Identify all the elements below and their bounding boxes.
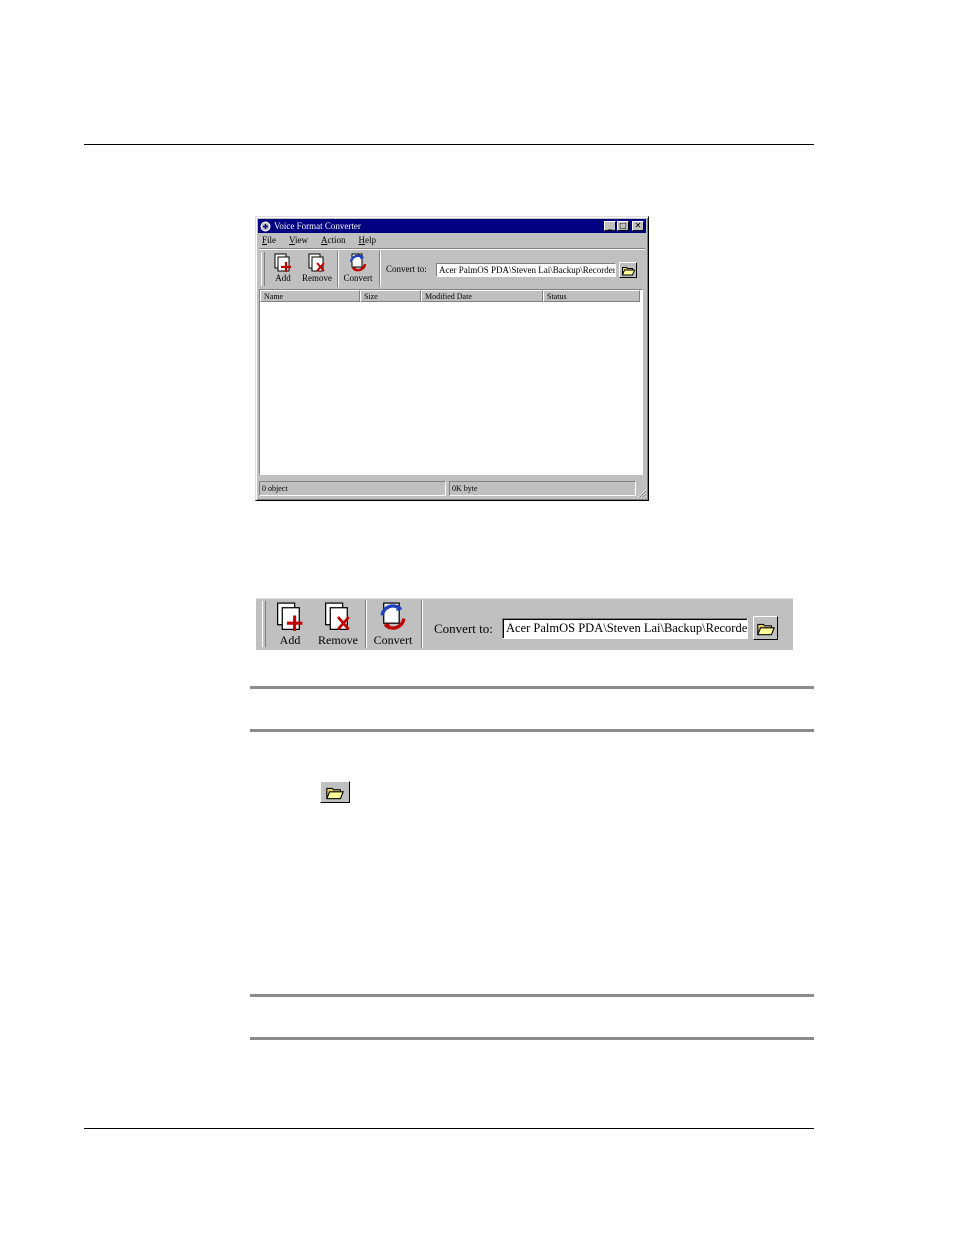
add-file-icon	[274, 253, 291, 272]
toolbar-separator	[379, 251, 381, 287]
toolbar-separator	[421, 600, 423, 648]
status-object-count: 0 object	[259, 481, 446, 496]
add-file-icon	[277, 602, 303, 631]
size-grip[interactable]	[636, 488, 647, 499]
voice-format-converter-window: Voice Format Converter _ □ ✕ File View A…	[255, 216, 649, 501]
open-folder-icon	[326, 787, 344, 799]
browse-button[interactable]	[619, 262, 637, 278]
window-title: Voice Format Converter	[274, 221, 361, 231]
open-folder-icon	[756, 623, 775, 635]
toolbar-closeup: Add Remove Convert Convert to: Acer Palm…	[256, 598, 793, 650]
remove-button[interactable]: Remove	[312, 600, 364, 648]
toolbar-separator	[337, 251, 339, 287]
title-bar: Voice Format Converter _ □ ✕	[258, 219, 646, 233]
status-byte-count: 0K byte	[449, 481, 636, 496]
file-list[interactable]: Name Size Modified Date Status	[259, 289, 643, 475]
header-rule	[84, 144, 814, 145]
column-name[interactable]: Name	[260, 290, 360, 302]
note-top-rule	[250, 686, 814, 689]
status-bar: 0 object 0K byte	[259, 481, 645, 497]
remove-button[interactable]: Remove	[299, 252, 335, 286]
column-size[interactable]: Size	[360, 290, 421, 302]
menu-view[interactable]: View	[287, 234, 310, 247]
remove-label: Remove	[318, 633, 358, 647]
app-icon	[260, 221, 271, 232]
toolbar: Add Remove Convert Convert to: Acer Palm…	[259, 248, 645, 289]
convert-label: Convert	[343, 273, 373, 283]
remove-file-icon	[308, 253, 325, 272]
convert-to-label: Convert to:	[386, 264, 427, 274]
open-folder-icon	[621, 266, 635, 275]
convert-icon	[349, 253, 367, 272]
maximize-button[interactable]: □	[617, 221, 629, 231]
menu-action[interactable]: Action	[319, 234, 348, 247]
add-button[interactable]: Add	[264, 600, 316, 648]
list-header: Name Size Modified Date Status	[260, 290, 642, 302]
remove-file-icon	[325, 602, 350, 631]
menu-bar: File View Action Help	[260, 234, 378, 247]
close-button[interactable]: ✕	[632, 221, 644, 231]
convert-button[interactable]: Convert	[367, 600, 419, 648]
add-label: Add	[279, 633, 301, 647]
add-button[interactable]: Add	[265, 252, 301, 286]
browse-button[interactable]	[753, 616, 778, 640]
add-label: Add	[275, 273, 291, 283]
note-bottom-rule	[250, 729, 814, 732]
destination-path-field[interactable]: Acer PalmOS PDA\Steven Lai\Backup\Record…	[502, 618, 748, 639]
note2-bottom-rule	[250, 1037, 814, 1040]
menu-file[interactable]: File	[260, 234, 278, 247]
minimize-button[interactable]: _	[604, 221, 616, 231]
destination-path-field[interactable]: Acer PalmOS PDA\Steven Lai\Backup\Record…	[436, 263, 616, 277]
convert-button[interactable]: Convert	[340, 252, 376, 286]
convert-to-label: Convert to:	[434, 621, 493, 636]
column-status[interactable]: Status	[543, 290, 640, 302]
column-modified-date[interactable]: Modified Date	[421, 290, 543, 302]
note2-top-rule	[250, 994, 814, 997]
remove-label: Remove	[302, 273, 332, 283]
convert-icon	[380, 602, 406, 630]
footer-rule	[84, 1128, 814, 1129]
convert-label: Convert	[373, 633, 413, 647]
menu-help[interactable]: Help	[356, 234, 378, 247]
browse-folder-icon	[320, 781, 350, 803]
